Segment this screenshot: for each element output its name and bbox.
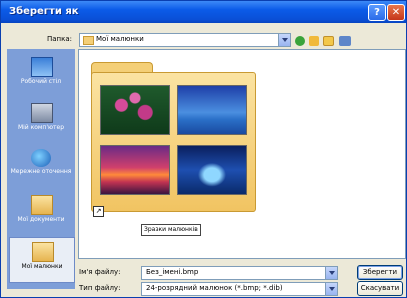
- place-label: Мій комп'ютер: [17, 124, 65, 131]
- chevron-down-icon[interactable]: [325, 283, 337, 295]
- filename-input[interactable]: Без_імені.bmp: [141, 266, 338, 280]
- chevron-down-icon[interactable]: [278, 34, 290, 46]
- location-value: Мої малюнки: [96, 35, 144, 43]
- folder-item[interactable]: [91, 62, 256, 212]
- title-bar[interactable]: Зберегти як ? ✕: [1, 1, 406, 23]
- close-button[interactable]: ✕: [387, 4, 405, 21]
- places-bar: Робочий стіл Мій комп'ютер Мережне оточе…: [7, 49, 75, 289]
- place-my-documents[interactable]: Мої документи: [9, 191, 73, 233]
- cancel-button[interactable]: Скасувати: [357, 281, 403, 296]
- place-network[interactable]: Мережне оточення: [9, 145, 73, 187]
- filename-label: Ім'я файлу:: [79, 268, 121, 276]
- views-icon[interactable]: [339, 36, 351, 46]
- save-button[interactable]: Зберегти: [357, 265, 403, 280]
- folder-icon: [83, 36, 94, 45]
- location-label: Папка:: [47, 35, 73, 43]
- filetype-select[interactable]: 24-розрядний малюнок (*.bmp; *.dib): [141, 282, 338, 296]
- back-icon[interactable]: [295, 36, 305, 46]
- folder-icon: [91, 72, 256, 212]
- chevron-down-icon[interactable]: [325, 267, 337, 279]
- location-dropdown[interactable]: Мої малюнки: [79, 33, 291, 47]
- place-my-computer[interactable]: Мій комп'ютер: [9, 99, 73, 141]
- documents-icon: [31, 195, 53, 215]
- filetype-value: 24-розрядний малюнок (*.bmp; *.dib): [146, 284, 283, 292]
- window-title: Зберегти як: [9, 6, 79, 17]
- new-folder-icon[interactable]: [323, 36, 334, 46]
- place-label: Мої малюнки: [21, 263, 63, 270]
- shortcut-arrow-icon: ↗: [93, 206, 104, 217]
- folder-name[interactable]: Зразки малюнків: [141, 224, 201, 236]
- save-as-dialog: Зберегти як ? ✕ Папка: Мої малюнки Робоч…: [0, 0, 407, 298]
- computer-icon: [31, 103, 53, 123]
- place-my-pictures[interactable]: Мої малюнки: [9, 237, 75, 283]
- thumbnail-sunset: [100, 145, 170, 195]
- pictures-icon: [32, 242, 54, 262]
- filetype-label: Тип файлу:: [79, 284, 121, 292]
- thumbnail-flowers: [100, 85, 170, 135]
- thumbnail-blue-hills: [177, 85, 247, 135]
- up-folder-icon[interactable]: [309, 36, 319, 46]
- help-button[interactable]: ?: [368, 4, 386, 21]
- filename-value: Без_імені.bmp: [146, 268, 199, 276]
- file-list[interactable]: ↗ Зразки малюнків: [78, 49, 406, 259]
- place-label: Робочий стіл: [20, 78, 62, 85]
- place-label: Мої документи: [17, 216, 65, 223]
- desktop-icon: [31, 57, 53, 77]
- network-icon: [31, 149, 51, 167]
- place-label: Мережне оточення: [10, 168, 72, 175]
- thumbnail-water: [177, 145, 247, 195]
- place-desktop[interactable]: Робочий стіл: [9, 53, 73, 95]
